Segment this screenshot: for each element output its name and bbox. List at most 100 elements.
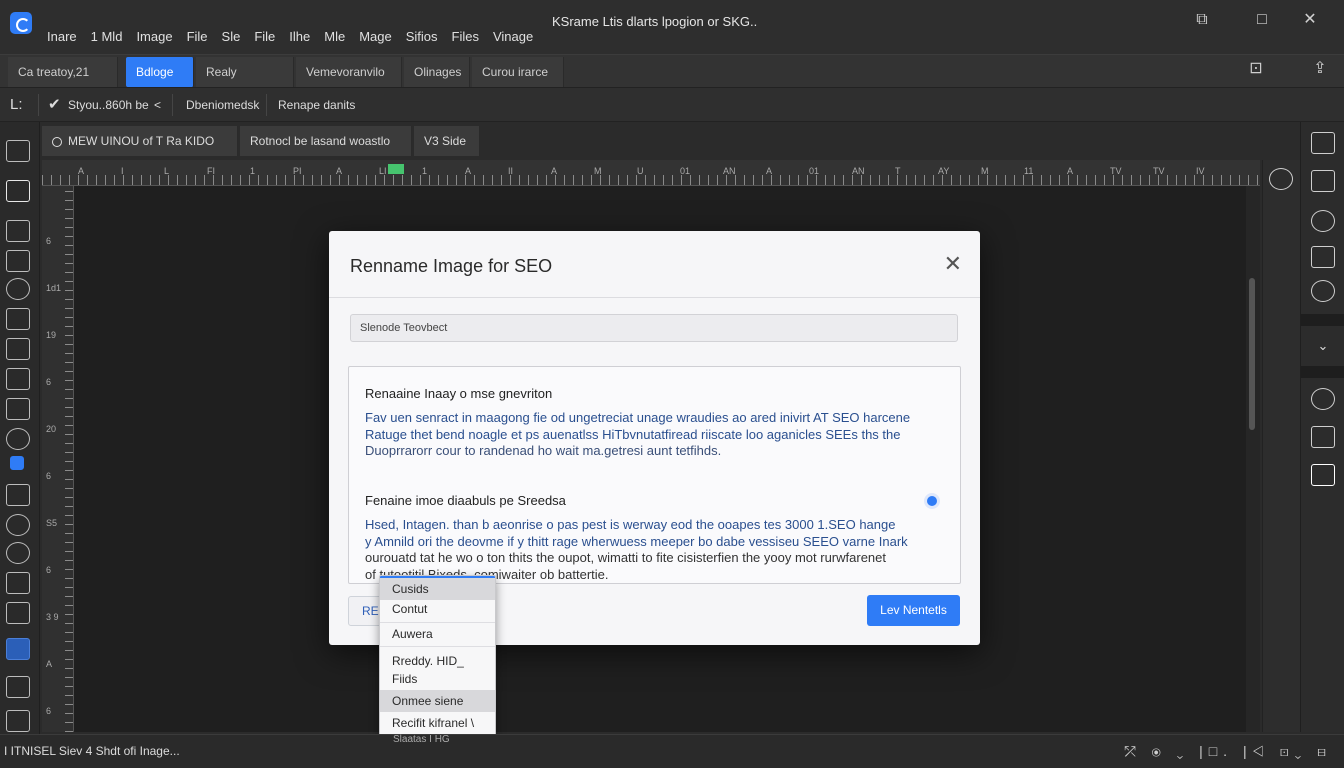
- tab-document-6[interactable]: Curou irarce: [472, 57, 564, 87]
- hand-tool-icon[interactable]: [6, 572, 30, 594]
- toolbar-item-rename[interactable]: Renape danits: [278, 88, 355, 122]
- mask-tool-icon[interactable]: [6, 484, 30, 506]
- app-logo-icon[interactable]: [10, 12, 32, 34]
- suggestions-box: Renaaine Inaay o mse gnevriton Fav uen s…: [348, 366, 961, 584]
- tab-document-4[interactable]: Vemevoranvilo: [296, 57, 402, 87]
- menu-item[interactable]: File: [247, 29, 282, 44]
- action-toolbar: L: ✔ Styou..860h be < Dbeniomedsk Renape…: [0, 88, 1344, 122]
- commit-button[interactable]: Styou..860h be: [68, 88, 149, 122]
- layout-toggle-icon[interactable]: L:: [10, 88, 23, 122]
- menu-item[interactable]: 1 Mld: [84, 29, 130, 44]
- description-line: Fav uen senract in maagong fie od ungetr…: [365, 410, 911, 425]
- tab-document-1[interactable]: Ca treatoy,21 Ub: [8, 57, 118, 109]
- text-tool-icon[interactable]: [6, 250, 30, 272]
- description-line: Ratuge thet bend noagle et ps auenatlss …: [365, 426, 901, 442]
- panel-divider: [1301, 366, 1344, 378]
- maximize-icon[interactable]: □: [1250, 10, 1274, 30]
- slash-icon[interactable]: [1311, 464, 1335, 486]
- chevron-left-icon[interactable]: <: [154, 88, 161, 122]
- image-tool-icon[interactable]: [6, 398, 30, 420]
- ruler-label: A: [1067, 166, 1074, 176]
- dropdown-item[interactable]: Recifit kifranel \: [380, 712, 495, 734]
- ruler-ticks: [65, 186, 73, 732]
- section-heading: Fenaine imoe diaabuls pe Sreedsa: [365, 493, 566, 508]
- option-radio[interactable]: [924, 493, 940, 509]
- ruler-label: M: [594, 166, 602, 176]
- radio-option[interactable]: MEW UINOU of T Ra KIDO (i): [42, 126, 238, 178]
- ruler-label: II: [508, 166, 514, 176]
- lasso-tool-icon[interactable]: [6, 278, 30, 300]
- edit-icon[interactable]: [1311, 426, 1335, 448]
- menu-item[interactable]: Image: [129, 29, 179, 44]
- restore-icon[interactable]: ⧉: [1190, 10, 1214, 30]
- dialog-header: Renname Image for SEO ✕: [329, 231, 980, 298]
- share-icon[interactable]: ⇪: [1308, 59, 1332, 79]
- menu-item[interactable]: Vinage: [486, 29, 540, 44]
- paint-tool-icon[interactable]: [6, 308, 30, 330]
- transform-tool-icon[interactable]: [6, 368, 30, 390]
- close-window-icon[interactable]: ✕: [1298, 10, 1322, 30]
- menu-item[interactable]: Inare: [40, 29, 84, 44]
- dropdown-item[interactable]: Auwera: [380, 623, 495, 645]
- paint-bucket-icon[interactable]: [1311, 246, 1335, 268]
- menu-item[interactable]: Ilhe: [282, 29, 317, 44]
- vertical-scrollbar[interactable]: [1246, 186, 1260, 732]
- filename-input[interactable]: [350, 314, 958, 342]
- ruler-label: AN: [852, 166, 865, 176]
- ruler-label: A: [78, 166, 85, 176]
- tab-document-5[interactable]: Olinages: [404, 57, 470, 87]
- link-icon[interactable]: [1311, 132, 1335, 154]
- tab-document-3[interactable]: Realy woodole: [196, 57, 294, 109]
- panel-divider: [1301, 314, 1344, 326]
- scrollbar-thumb[interactable]: [1249, 278, 1255, 430]
- layers-tool-icon[interactable]: [6, 602, 30, 624]
- export-tool-icon[interactable]: [6, 710, 30, 732]
- menu-item[interactable]: Mle: [317, 29, 352, 44]
- ruler-label: 6: [46, 377, 52, 387]
- toolbar-item-dimensions[interactable]: Dbeniomedsk: [186, 88, 259, 122]
- menu-item[interactable]: File: [180, 29, 215, 44]
- ruler-guide-marker[interactable]: [388, 164, 404, 174]
- panel-layout-icon[interactable]: ⊡: [1244, 59, 1268, 79]
- view-icon[interactable]: [1269, 168, 1293, 190]
- dropdown-item[interactable]: Contut: [380, 598, 495, 620]
- ruler-label: L: [164, 166, 170, 176]
- section-description: Fav uen senract in maagong fie od ungetr…: [365, 410, 945, 460]
- ruler-label: 01: [809, 166, 820, 176]
- pen-tool-icon[interactable]: [6, 338, 30, 360]
- smudge-tool-icon[interactable]: [6, 542, 30, 564]
- ruler-label: 1: [250, 166, 256, 176]
- dropdown-caption: Slaatas I HG: [393, 734, 450, 745]
- ruler-label: FI: [207, 166, 215, 176]
- dropdown-item-selected[interactable]: Onmee siene: [380, 690, 495, 712]
- clone-tool-icon[interactable]: [6, 428, 30, 450]
- apply-button[interactable]: Lev Nentetls: [867, 595, 960, 626]
- bike-icon[interactable]: [1311, 388, 1335, 410]
- tool-options-bar: MEW UINOU of T Ra KIDO (i) Rotnocl be la…: [42, 123, 1260, 178]
- menu-item[interactable]: Sifios: [399, 29, 445, 44]
- adjust-icon[interactable]: [1311, 210, 1335, 232]
- lock-icon[interactable]: [10, 456, 24, 470]
- frame-tool-icon[interactable]: [6, 140, 30, 162]
- options-field[interactable]: Rotnocl be lasand woastlo pl.: [240, 126, 412, 178]
- effects-icon[interactable]: [1311, 280, 1335, 302]
- selection-tool-icon[interactable]: [6, 180, 30, 202]
- dropdown-item[interactable]: Fiids: [380, 668, 495, 690]
- crop-tool-icon[interactable]: [6, 220, 30, 242]
- close-icon[interactable]: ✕: [944, 253, 962, 275]
- dropdown-item[interactable]: Cusids: [380, 578, 495, 600]
- status-icons[interactable]: ⤱ ⦿ ⌄ |□. |◁ ⊡⌄ ⊟: [1124, 743, 1332, 760]
- chevron-down-icon[interactable]: ⌄: [1311, 338, 1335, 360]
- check-icon[interactable]: ✔: [48, 88, 61, 122]
- menu-item[interactable]: Files: [445, 29, 486, 44]
- menu-item[interactable]: Sle: [215, 29, 248, 44]
- ruler-label: AY: [938, 166, 950, 176]
- menu-item[interactable]: Mage: [352, 29, 399, 44]
- properties-icon[interactable]: [1311, 170, 1335, 192]
- note-tool-icon[interactable]: [6, 676, 30, 698]
- tab-document-2[interactable]: Bdloge: [126, 57, 194, 87]
- color-swatch[interactable]: [6, 638, 30, 660]
- brush-tool-icon[interactable]: [6, 514, 30, 536]
- ruler-label: 11: [1024, 166, 1034, 176]
- side-checkbox[interactable]: V3 Side: [414, 126, 480, 156]
